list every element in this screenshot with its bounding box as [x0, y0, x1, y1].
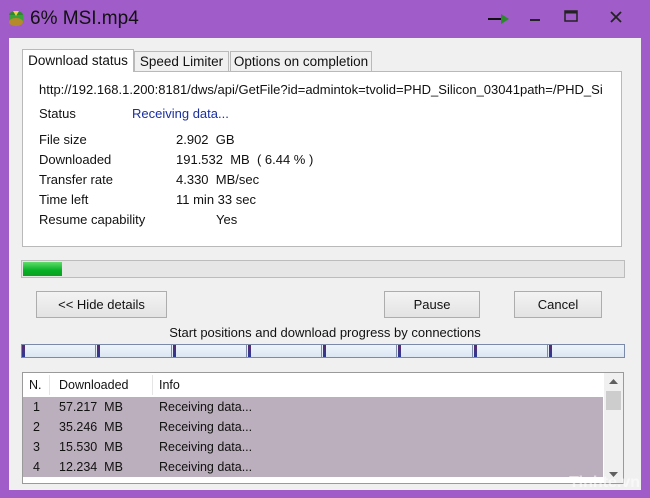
minimize-icon[interactable] [520, 6, 550, 28]
connection-divider [170, 345, 172, 357]
row-n: 2 [33, 420, 40, 434]
connection-start-marker [172, 345, 176, 357]
column-header-downloaded[interactable]: Downloaded [59, 378, 129, 392]
row-info: Receiving data... [159, 460, 253, 474]
watermark: Tinhte.vn [569, 474, 640, 491]
pause-button[interactable]: Pause [384, 291, 480, 318]
column-header-info[interactable]: Info [159, 378, 180, 392]
column-divider[interactable] [152, 375, 153, 395]
connections-progress-bar [21, 344, 625, 358]
table-row[interactable]: 2 35.246 MB Receiving data... [23, 417, 603, 437]
connection-start-marker [97, 345, 101, 357]
table-row[interactable]: 3 15.530 MB Receiving data... [23, 437, 603, 457]
status-label: Status [39, 106, 76, 121]
connection-start-marker [22, 345, 25, 357]
row-info: Receiving data... [159, 400, 253, 414]
column-divider[interactable] [49, 375, 50, 395]
connection-divider [245, 345, 247, 357]
column-header-n[interactable]: N. [29, 378, 42, 392]
file-size-value: 2.902 GB [176, 132, 235, 147]
cancel-button[interactable]: Cancel [514, 291, 602, 318]
scrollbar-thumb[interactable] [606, 391, 621, 410]
resume-capability-label: Resume capability [39, 212, 146, 227]
time-left-label: Time left [39, 192, 89, 207]
connection-divider [95, 345, 97, 357]
connection-divider [321, 345, 322, 357]
file-size-label: File size [39, 132, 87, 147]
tab-download-status[interactable]: Download status [22, 49, 134, 72]
dialog-client: Download status Speed Limiter Options on… [9, 38, 641, 490]
scroll-up-icon[interactable] [604, 373, 623, 390]
list-header: N. Downloaded Info [23, 373, 603, 398]
row-downloaded: 12.234 MB [59, 460, 123, 474]
connection-divider [396, 345, 398, 357]
downloaded-value: 191.532 MB ( 6.44 % ) [176, 152, 314, 167]
idm-app-icon [9, 11, 23, 26]
tab-speed-limiter[interactable]: Speed Limiter [134, 51, 229, 71]
tray-arrow-icon[interactable] [487, 12, 511, 26]
connection-start-marker [323, 345, 326, 357]
row-downloaded: 15.530 MB [59, 440, 123, 454]
row-n: 3 [33, 440, 40, 454]
row-info: Receiving data... [159, 420, 253, 434]
time-left-value: 11 min 33 sec [176, 192, 256, 207]
close-icon[interactable] [592, 6, 640, 28]
connections-caption: Start positions and download progress by… [169, 325, 481, 340]
table-row[interactable]: 1 57.217 MB Receiving data... [23, 397, 603, 417]
connection-start-marker [473, 345, 477, 357]
row-n: 1 [33, 400, 40, 414]
connection-divider [471, 345, 473, 357]
vertical-scrollbar[interactable] [604, 373, 623, 483]
table-row[interactable]: 4 12.234 MB Receiving data... [23, 457, 603, 477]
row-downloaded: 35.246 MB [59, 420, 123, 434]
download-url: http://192.168.1.200:8181/dws/api/GetFil… [39, 82, 603, 97]
download-progress-bar [21, 260, 625, 278]
connection-divider [546, 345, 548, 357]
row-n: 4 [33, 460, 40, 474]
row-downloaded: 57.217 MB [59, 400, 123, 414]
connection-start-marker [398, 345, 402, 357]
maximize-icon[interactable] [556, 6, 586, 28]
window-title: 6% MSI.mp4 [30, 8, 139, 29]
hide-details-button[interactable]: << Hide details [36, 291, 167, 318]
connections-list: N. Downloaded Info 1 57.217 MB Receiving… [22, 372, 624, 484]
download-status-panel: http://192.168.1.200:8181/dws/api/GetFil… [22, 71, 622, 247]
resume-capability-value: Yes [216, 212, 238, 227]
connection-start-marker [548, 345, 552, 357]
connection-start-marker [247, 345, 251, 357]
transfer-rate-value: 4.330 MB/sec [176, 172, 260, 187]
title-bar: 6% MSI.mp4 [0, 0, 650, 38]
tab-options-on-completion[interactable]: Options on completion [230, 51, 372, 71]
row-info: Receiving data... [159, 440, 253, 454]
progress-fill [23, 262, 62, 276]
downloaded-label: Downloaded [39, 152, 112, 167]
transfer-rate-label: Transfer rate [39, 172, 113, 187]
status-value: Receiving data... [132, 106, 229, 121]
